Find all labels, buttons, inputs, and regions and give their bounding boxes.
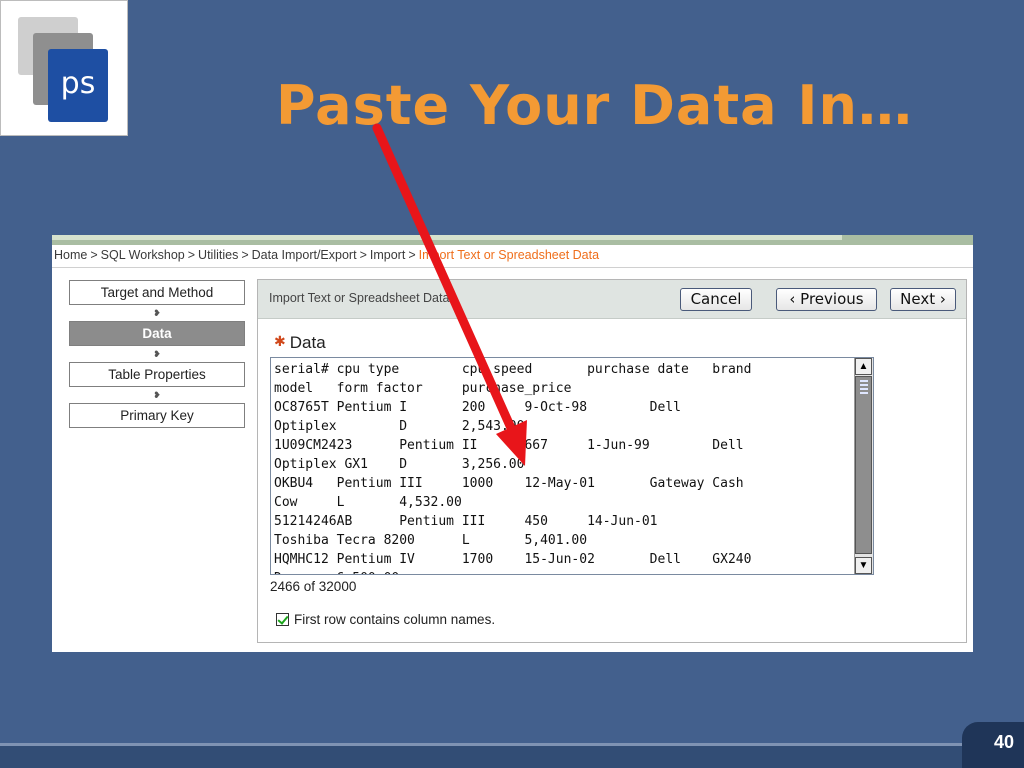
scroll-thumb[interactable]: [855, 376, 872, 554]
wizard-step-primary-key[interactable]: Primary Key: [69, 403, 245, 428]
footer-bar: [0, 746, 1024, 768]
required-marker-icon: ✱: [274, 333, 286, 349]
first-row-column-names-option[interactable]: First row contains column names.: [276, 612, 495, 627]
region-title: Import Text or Spreadsheet Data: [269, 291, 450, 305]
breadcrumb-current: Import Text or Spreadsheet Data: [418, 248, 600, 262]
breadcrumb-divider: [52, 267, 973, 268]
wizard-step-table-properties[interactable]: Table Properties: [69, 362, 245, 387]
wizard-steps: Target and Method ❥ Data ❥ Table Propert…: [69, 280, 245, 428]
scroll-down-icon[interactable]: ▼: [855, 557, 872, 574]
screenshot-panel: Home > SQL Workshop > Utilities > Data Import/…: [52, 235, 973, 652]
data-label-text: Data: [289, 333, 326, 352]
breadcrumb-separator: >: [241, 248, 249, 262]
cancel-button[interactable]: Cancel: [680, 288, 752, 311]
breadcrumb-import[interactable]: Import: [370, 248, 405, 262]
data-field-label: ✱ Data: [274, 333, 326, 353]
first-row-checkbox-label: First row contains column names.: [294, 612, 496, 627]
breadcrumb-separator: >: [187, 248, 196, 262]
wizard-step-target-and-method[interactable]: Target and Method: [69, 280, 245, 305]
slide-title: Paste Your Data In…: [276, 74, 913, 137]
logo-square-front: ps: [48, 49, 108, 122]
scroll-up-icon[interactable]: ▲: [855, 358, 872, 375]
breadcrumb-separator: >: [359, 248, 367, 262]
first-row-checkbox[interactable]: [276, 613, 289, 626]
breadcrumb-utilities[interactable]: Utilities: [198, 248, 238, 262]
breadcrumb-separator: >: [408, 248, 416, 262]
breadcrumb-home[interactable]: Home: [54, 248, 87, 262]
import-region: Import Text or Spreadsheet Data Cancel ‹…: [257, 279, 967, 643]
wizard-step-data[interactable]: Data: [69, 321, 245, 346]
previous-button[interactable]: ‹ Previous: [776, 288, 877, 311]
data-textarea-content: serial# cpu type cpu speed purchase date…: [274, 362, 752, 574]
character-count: 2466 of 32000: [270, 579, 357, 594]
textarea-scrollbar[interactable]: ▲ ▼: [854, 358, 873, 574]
next-button[interactable]: Next ›: [890, 288, 956, 311]
step-arrow-icon: ❥: [153, 308, 161, 318]
page-number: 40: [993, 732, 1014, 752]
breadcrumb-sql-workshop[interactable]: SQL Workshop: [101, 248, 185, 262]
breadcrumb-data-import-export[interactable]: Data Import/Export: [252, 248, 357, 262]
region-header: Import Text or Spreadsheet Data Cancel ‹…: [258, 280, 966, 319]
step-arrow-icon: ❥: [153, 390, 161, 400]
ps-logo: ps: [0, 0, 128, 136]
data-textarea[interactable]: serial# cpu type cpu speed purchase date…: [270, 357, 874, 575]
step-arrow-icon: ❥: [153, 349, 161, 359]
breadcrumb-separator: >: [90, 248, 98, 262]
panel-top-bar: [52, 235, 973, 245]
breadcrumb: Home > SQL Workshop > Utilities > Data Import/…: [54, 248, 599, 262]
